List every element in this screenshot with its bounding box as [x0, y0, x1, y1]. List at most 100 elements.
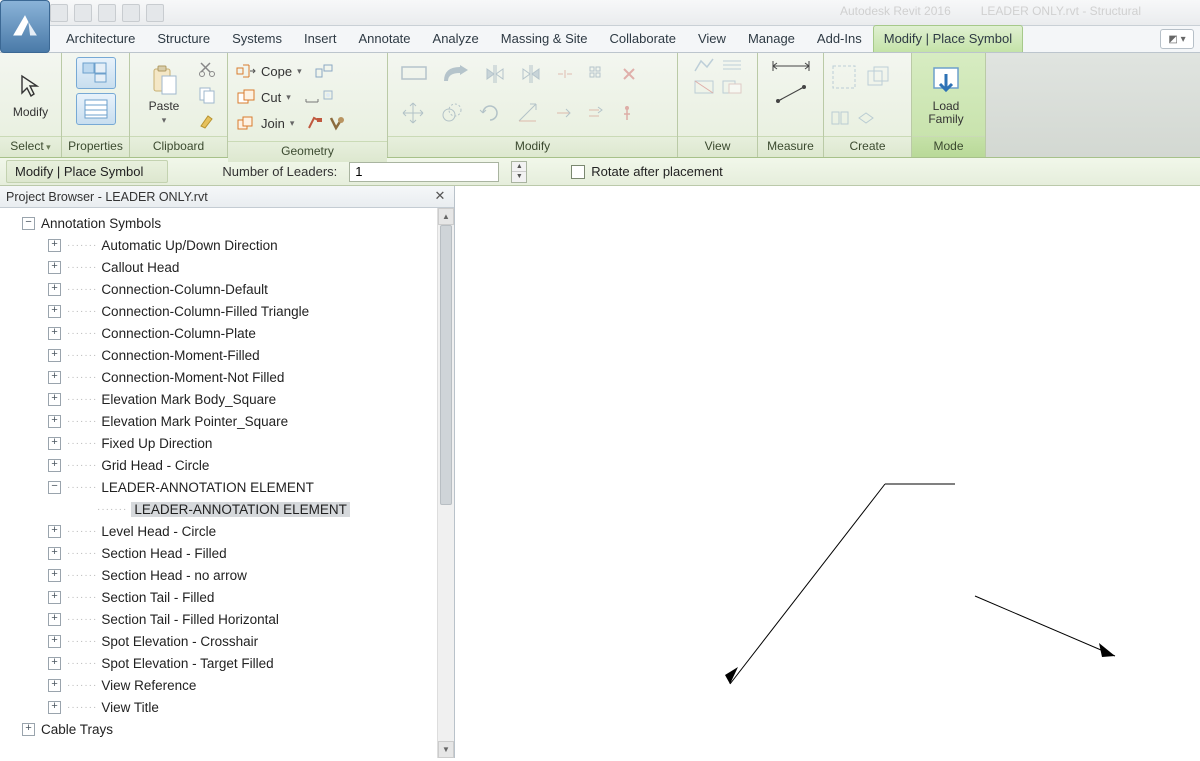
create-group-icon[interactable]	[830, 63, 858, 91]
tree-scrollbar[interactable]: ▲ ▼	[437, 208, 454, 758]
cut-icon[interactable]	[196, 58, 218, 80]
tree-node[interactable]: +·······Connection-Column-Filled Triangl…	[4, 300, 437, 322]
properties-palette-button[interactable]	[76, 93, 116, 125]
ribbon-tabs: ArchitectureStructureSystemsInsertAnnota…	[0, 26, 1200, 53]
qat-open-icon[interactable]	[50, 4, 68, 22]
measure-icon[interactable]	[774, 83, 808, 105]
quick-access-toolbar: Autodesk Revit 2016 LEADER ONLY.rvt - St…	[0, 0, 1200, 26]
tab-add-ins[interactable]: Add-Ins	[806, 25, 873, 52]
create-parts-icon[interactable]	[830, 110, 850, 126]
qat-redo-icon[interactable]	[122, 4, 140, 22]
move-icon[interactable]	[400, 100, 426, 126]
leaders-label: Number of Leaders:	[222, 164, 337, 179]
hide-icon[interactable]	[693, 79, 715, 95]
tree-node[interactable]: +·······Section Tail - Filled	[4, 586, 437, 608]
tab-architecture[interactable]: Architecture	[55, 25, 146, 52]
extend-single-icon[interactable]	[554, 104, 572, 122]
tree-node[interactable]: +·······Spot Elevation - Crosshair	[4, 630, 437, 652]
leaders-count-input[interactable]	[349, 162, 499, 182]
copy-icon[interactable]	[196, 84, 218, 106]
type-selector-button[interactable]	[76, 57, 116, 89]
tab-view[interactable]: View	[687, 25, 737, 52]
tree-node[interactable]: +·······Callout Head	[4, 256, 437, 278]
tree-node[interactable]: −·······LEADER-ANNOTATION ELEMENT	[4, 476, 437, 498]
project-browser-title: Project Browser - LEADER ONLY.rvt ✕	[0, 186, 454, 208]
tab-structure[interactable]: Structure	[146, 25, 221, 52]
mirror-axis-icon[interactable]	[484, 63, 506, 85]
tree-node[interactable]: +·······View Title	[4, 696, 437, 718]
override-icon[interactable]	[721, 79, 743, 95]
tree-node[interactable]: +·······Connection-Column-Default	[4, 278, 437, 300]
tree-node[interactable]: +·······Automatic Up/Down Direction	[4, 234, 437, 256]
panel-title-geometry: Geometry	[228, 141, 387, 162]
modify-tool-button[interactable]: Modify	[6, 58, 55, 132]
tree-node[interactable]: +·······Level Head - Circle	[4, 520, 437, 542]
load-family-button[interactable]: Load Family	[918, 58, 974, 132]
window-title: Autodesk Revit 2016 LEADER ONLY.rvt - St…	[840, 4, 1141, 18]
panel-title-create: Create	[824, 136, 911, 157]
panel-title-modify: Modify	[388, 136, 677, 157]
qat-print-icon[interactable]	[146, 4, 164, 22]
view-graphic-icon[interactable]	[693, 57, 715, 73]
tree-node[interactable]: +·······Section Tail - Filled Horizontal	[4, 608, 437, 630]
pin-icon[interactable]	[618, 104, 636, 122]
tab-collaborate[interactable]: Collaborate	[598, 25, 687, 52]
match-type-icon[interactable]	[196, 110, 218, 132]
create-assembly-icon[interactable]	[856, 110, 876, 126]
tree-node[interactable]: +·······Connection-Moment-Filled	[4, 344, 437, 366]
cope-button[interactable]: Cope▾	[236, 59, 333, 83]
panel-title-properties: Properties	[62, 136, 129, 157]
tab-systems[interactable]: Systems	[221, 25, 293, 52]
tab-modify-place-symbol[interactable]: Modify | Place Symbol	[873, 25, 1023, 52]
delete-icon[interactable]	[620, 65, 638, 83]
tab-massing-site[interactable]: Massing & Site	[490, 25, 599, 52]
tree-node[interactable]: +·······Spot Elevation - Target Filled	[4, 652, 437, 674]
tree-node[interactable]: +·······Connection-Column-Plate	[4, 322, 437, 344]
trim-icon[interactable]	[516, 101, 540, 125]
tree-node[interactable]: −·······Annotation Symbols	[4, 212, 437, 234]
qat-undo-icon[interactable]	[98, 4, 116, 22]
tree-node[interactable]: +·······Section Head - Filled	[4, 542, 437, 564]
tree-node[interactable]: +·······Connection-Moment-Not Filled	[4, 366, 437, 388]
panel-title-select[interactable]: Select	[0, 136, 61, 157]
array-icon[interactable]	[588, 65, 606, 83]
tree-node[interactable]: +·······View Reference	[4, 674, 437, 696]
split-icon[interactable]	[556, 65, 574, 83]
thin-lines-icon[interactable]	[721, 57, 743, 73]
copy-modify-icon[interactable]	[440, 101, 464, 125]
tree-node[interactable]: ·······LEADER-ANNOTATION ELEMENT	[4, 498, 437, 520]
tree-node[interactable]: +·······Fixed Up Direction	[4, 432, 437, 454]
leaders-spinner[interactable]: ▲▼	[511, 161, 527, 183]
tab-insert[interactable]: Insert	[293, 25, 348, 52]
extend-multi-icon[interactable]	[586, 104, 604, 122]
tree-node[interactable]: +·······Elevation Mark Body_Square	[4, 388, 437, 410]
tree-node[interactable]: +·······Elevation Mark Pointer_Square	[4, 410, 437, 432]
options-bar: Modify | Place Symbol Number of Leaders:…	[0, 158, 1200, 186]
tree-node[interactable]: +·······Grid Head - Circle	[4, 454, 437, 476]
aligned-dimension-icon[interactable]	[769, 57, 813, 75]
rotate-after-placement-checkbox[interactable]: Rotate after placement	[571, 164, 723, 179]
paste-button[interactable]: Paste▾	[136, 58, 192, 132]
ribbon: Modify Select Properties Paste▾	[0, 53, 1200, 158]
drawing-canvas[interactable]	[455, 186, 1200, 758]
mirror-draw-icon[interactable]	[520, 63, 542, 85]
rotate-icon[interactable]	[478, 101, 502, 125]
project-browser-tree[interactable]: −·······Annotation Symbols+·······Automa…	[0, 208, 437, 758]
application-menu-button[interactable]	[0, 0, 50, 53]
close-icon[interactable]: ✕	[432, 188, 448, 204]
join-geometry-button[interactable]: Join▾	[236, 111, 344, 135]
cut-geometry-button[interactable]: Cut▾	[236, 85, 334, 109]
tab-analyze[interactable]: Analyze	[422, 25, 490, 52]
tab-manage[interactable]: Manage	[737, 25, 806, 52]
offset-icon[interactable]	[442, 63, 470, 85]
align-icon[interactable]	[400, 63, 428, 85]
tab-annotate[interactable]: Annotate	[347, 25, 421, 52]
qat-save-icon[interactable]	[74, 4, 92, 22]
panel-title-clipboard: Clipboard	[130, 136, 227, 157]
tree-node[interactable]: +·······Section Head - no arrow	[4, 564, 437, 586]
context-label: Modify | Place Symbol	[6, 160, 168, 183]
tree-node[interactable]: +·······Cable Trays	[4, 718, 437, 740]
help-dropdown[interactable]: ◩ ▾	[1160, 29, 1194, 49]
panel-title-view: View	[678, 136, 757, 157]
create-similar-icon[interactable]	[864, 63, 892, 91]
